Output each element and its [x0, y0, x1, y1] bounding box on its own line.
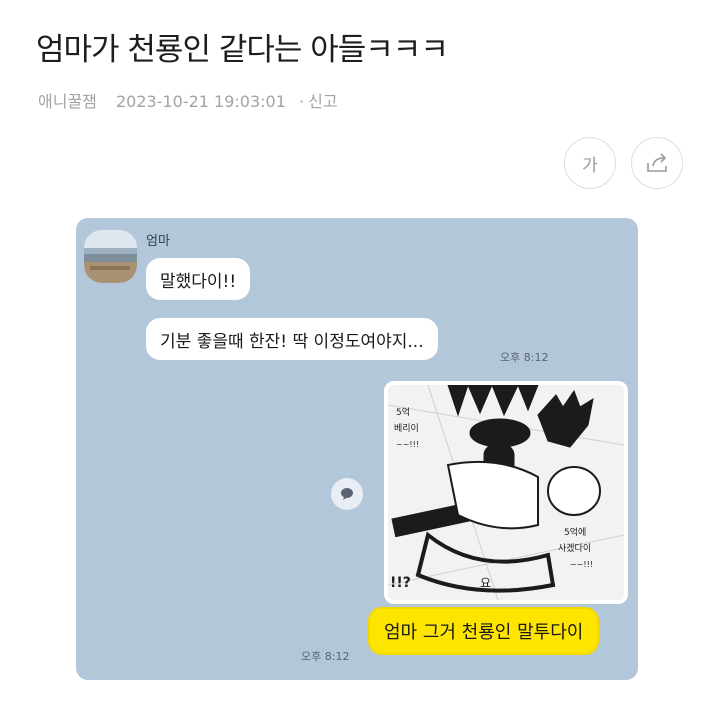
- message-time: 오후 8:12: [301, 650, 350, 663]
- chat-screenshot: 엄마 말했다이!! 기분 좋을때 한잔! 딱 이정도여야지... 오후 8:12: [76, 218, 638, 680]
- image-caption: 5억에: [564, 526, 586, 538]
- image-caption: 사겠다이: [558, 543, 591, 554]
- image-caption: 5억: [396, 406, 410, 418]
- image-caption: ~~!!!: [396, 440, 419, 449]
- outgoing-message[interactable]: 엄마 그거 천룡인 말투다이: [368, 607, 600, 655]
- incoming-message[interactable]: 말했다이!!: [146, 258, 251, 300]
- manga-panel-image: 5억 베리이 ~~!!! 5억에 사겠다이 ~~!!! !!? 요: [388, 385, 624, 600]
- font-size-button[interactable]: 가: [564, 137, 616, 189]
- beach-landscape-image: [84, 230, 137, 283]
- share-button[interactable]: [631, 137, 683, 189]
- message-text: 말했다이!!: [160, 271, 237, 292]
- avatar[interactable]: [84, 230, 137, 283]
- share-icon: [647, 153, 667, 172]
- message-time: 오후 8:12: [500, 351, 549, 364]
- image-caption: ~~!!!: [570, 560, 593, 569]
- report-link[interactable]: 신고: [308, 92, 337, 111]
- author-name[interactable]: 애니꿀잼: [38, 92, 97, 111]
- separator-dot: ·: [299, 92, 305, 111]
- incoming-message[interactable]: 기분 좋을때 한잔! 딱 이정도여야지...: [146, 318, 438, 360]
- image-caption: 요: [480, 576, 491, 590]
- chat-bubble-icon: [341, 488, 353, 500]
- font-size-label: 가: [582, 155, 598, 176]
- message-text: 엄마 그거 천룡인 말투다이: [384, 622, 584, 643]
- post-meta: 애니꿀잼 2023-10-21 19:03:01 · 신고: [38, 88, 338, 112]
- post-title: 엄마가 천룡인 같다는 아들ㅋㅋㅋ: [36, 32, 449, 68]
- image-caption: !!?: [390, 575, 411, 591]
- scroll-to-bottom-button[interactable]: [331, 478, 363, 510]
- message-text: 기분 좋을때 한잔! 딱 이정도여야지...: [160, 331, 424, 352]
- image-caption: 베리이: [394, 423, 419, 434]
- sender-name: 엄마: [146, 234, 170, 249]
- manga-image-message[interactable]: 5억 베리이 ~~!!! 5억에 사겠다이 ~~!!! !!? 요: [384, 381, 628, 604]
- post-datetime: 2023-10-21 19:03:01: [115, 92, 286, 111]
